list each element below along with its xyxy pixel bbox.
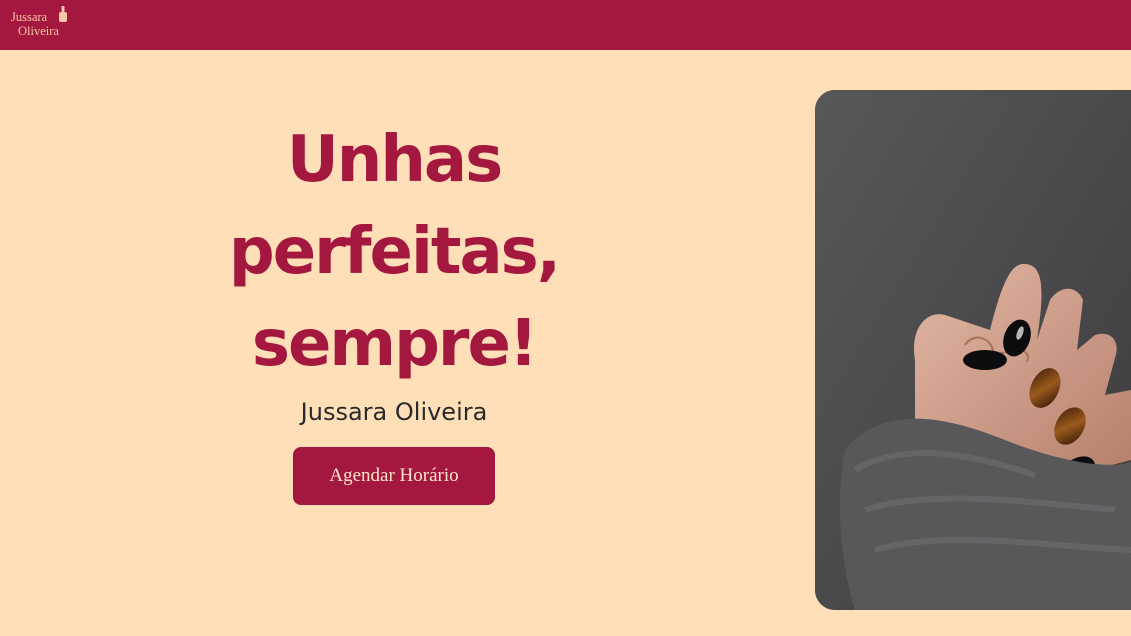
logo-line-2: Oliveira [18,24,59,38]
top-navbar: Jussara Oliveira [0,0,1131,50]
schedule-appointment-button[interactable]: Agendar Horário [293,447,495,505]
hero-photo [815,90,1131,610]
hero-subtitle: Jussara Oliveira [300,398,488,426]
hero-title: Unhas perfeitas, sempre! [228,123,561,381]
logo-line-1: Jussara [11,10,48,24]
hand-nails-image [815,90,1131,610]
brand-logo[interactable]: Jussara Oliveira [11,6,73,42]
nail-polish-icon [59,6,67,22]
